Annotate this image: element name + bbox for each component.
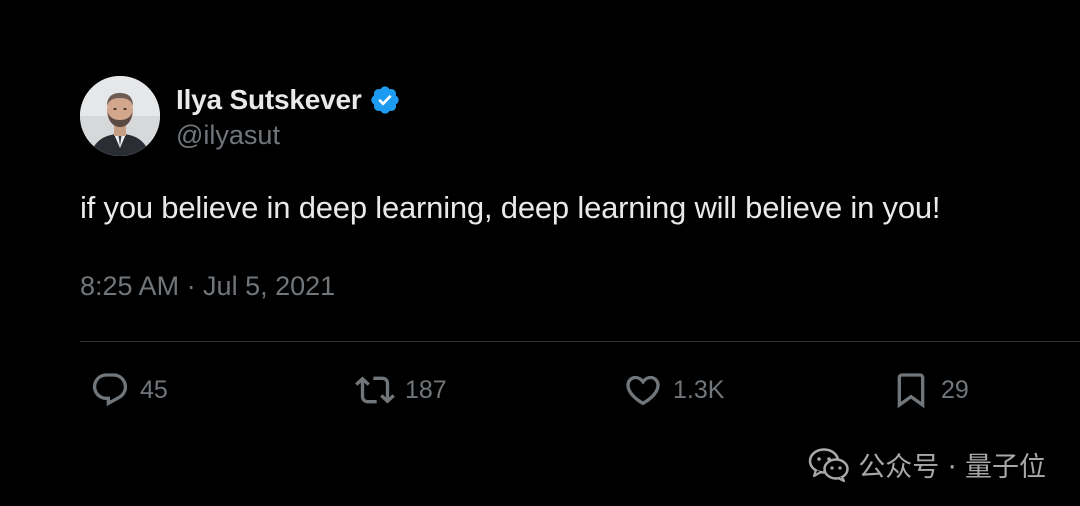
bookmark-icon bbox=[897, 373, 925, 409]
reply-button[interactable]: 45 bbox=[90, 370, 168, 410]
watermark: 公众号 · 量子位 bbox=[808, 445, 1046, 484]
divider bbox=[80, 341, 1080, 342]
name-row: Ilya Sutskever bbox=[176, 82, 401, 118]
reply-icon bbox=[92, 373, 128, 407]
wechat-icon bbox=[809, 447, 849, 482]
tweet-header: Ilya Sutskever @ilyasut bbox=[80, 76, 1080, 156]
author-names: Ilya Sutskever @ilyasut bbox=[176, 82, 401, 151]
tweet-actions: 45 187 1.3K 29 bbox=[0, 370, 1080, 410]
verified-badge-icon bbox=[369, 84, 401, 116]
retweet-icon bbox=[355, 376, 395, 404]
tweet-text: if you believe in deep learning, deep le… bbox=[80, 190, 941, 225]
tweet-timestamp[interactable]: 8:25 AM · Jul 5, 2021 bbox=[80, 271, 335, 302]
like-button[interactable]: 1.3K bbox=[623, 370, 724, 410]
avatar-image bbox=[80, 76, 160, 156]
bookmark-button[interactable]: 29 bbox=[891, 370, 969, 410]
watermark-text: 公众号 · 量子位 bbox=[858, 452, 1046, 483]
bookmark-count: 29 bbox=[941, 375, 969, 404]
retweet-count: 187 bbox=[405, 375, 447, 404]
like-count: 1.3K bbox=[673, 375, 725, 404]
author-handle[interactable]: @ilyasut bbox=[176, 120, 401, 151]
avatar[interactable] bbox=[80, 76, 160, 156]
reply-count: 45 bbox=[140, 375, 168, 404]
author-display-name[interactable]: Ilya Sutskever bbox=[176, 84, 362, 116]
tweet-card: Ilya Sutskever @ilyasut if you believe i… bbox=[80, 76, 1080, 301]
retweet-button[interactable]: 187 bbox=[355, 370, 447, 410]
heart-icon bbox=[626, 375, 660, 406]
